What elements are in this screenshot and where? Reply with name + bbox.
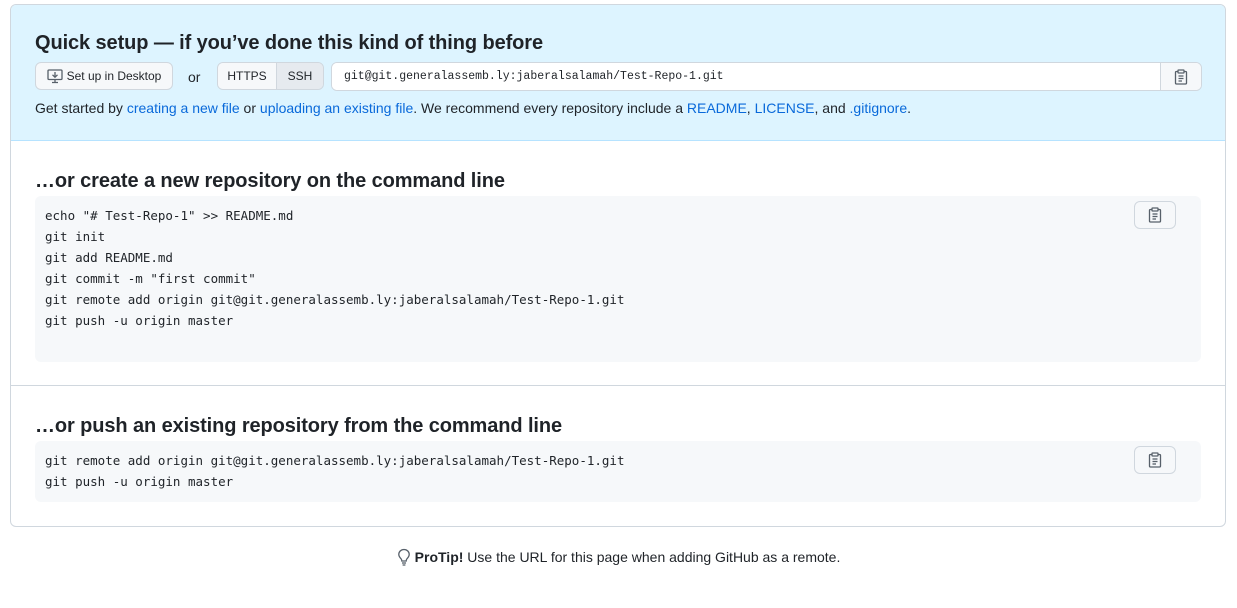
- get-started-text: Get started by creating a new file or up…: [35, 100, 911, 116]
- get-started-prefix: Get started by: [35, 100, 127, 116]
- get-started-comma: ,: [746, 100, 755, 116]
- setup-desktop-label: Set up in Desktop: [66, 69, 162, 83]
- protocol-https-button[interactable]: HTTPS: [218, 63, 277, 89]
- light-bulb-icon: [397, 548, 411, 566]
- create-new-repo-code-block: echo "# Test-Repo-1" >> README.md git in…: [35, 196, 1201, 362]
- quick-setup-section: Quick setup — if you’ve done this kind o…: [11, 5, 1225, 141]
- clipboard-icon: [1148, 207, 1162, 223]
- upload-existing-file-link[interactable]: uploading an existing file: [260, 100, 413, 116]
- setup-desktop-button[interactable]: Set up in Desktop: [35, 62, 173, 90]
- readme-link[interactable]: README: [687, 100, 747, 116]
- push-existing-repo-code: git remote add origin git@git.generalass…: [45, 453, 625, 489]
- gitignore-link[interactable]: .gitignore: [850, 100, 908, 116]
- protip: ProTip! Use the URL for this page when a…: [0, 548, 1237, 566]
- clone-url-group: [331, 62, 1202, 91]
- push-existing-repo-title: …or push an existing repository from the…: [35, 415, 563, 437]
- create-new-repo-section: …or create a new repository on the comma…: [11, 141, 1225, 386]
- or-text: or: [188, 69, 201, 85]
- create-new-repo-title: …or create a new repository on the comma…: [35, 170, 505, 192]
- protocol-ssh-button[interactable]: SSH: [277, 63, 323, 89]
- get-started-and: , and: [814, 100, 850, 116]
- protip-message: Use the URL for this page when adding Gi…: [463, 549, 841, 565]
- clipboard-icon: [1148, 452, 1162, 468]
- create-new-repo-code: echo "# Test-Repo-1" >> README.md git in…: [45, 208, 625, 328]
- protocol-toggle: HTTPS SSH: [217, 62, 324, 90]
- push-existing-repo-section: …or push an existing repository from the…: [11, 386, 1225, 526]
- get-started-or: or: [239, 100, 260, 116]
- get-started-suffix: .: [907, 100, 912, 116]
- get-started-middle: . We recommend every repository include …: [413, 100, 687, 116]
- copy-url-button[interactable]: [1160, 63, 1201, 90]
- empty-repo-setup-box: Quick setup — if you’ve done this kind o…: [10, 4, 1226, 527]
- quick-setup-title: Quick setup — if you’ve done this kind o…: [35, 32, 543, 54]
- clone-url-input[interactable]: [332, 63, 1160, 90]
- protip-text: ProTip! Use the URL for this page when a…: [415, 549, 841, 565]
- desktop-download-icon: [46, 68, 63, 84]
- clipboard-icon: [1174, 68, 1188, 85]
- protip-label: ProTip!: [414, 549, 464, 565]
- create-new-file-link[interactable]: creating a new file: [127, 100, 240, 116]
- copy-push-commands-button[interactable]: [1134, 446, 1176, 474]
- push-existing-repo-code-block: git remote add origin git@git.generalass…: [35, 441, 1201, 502]
- copy-create-commands-button[interactable]: [1134, 201, 1176, 229]
- license-link[interactable]: LICENSE: [755, 100, 815, 116]
